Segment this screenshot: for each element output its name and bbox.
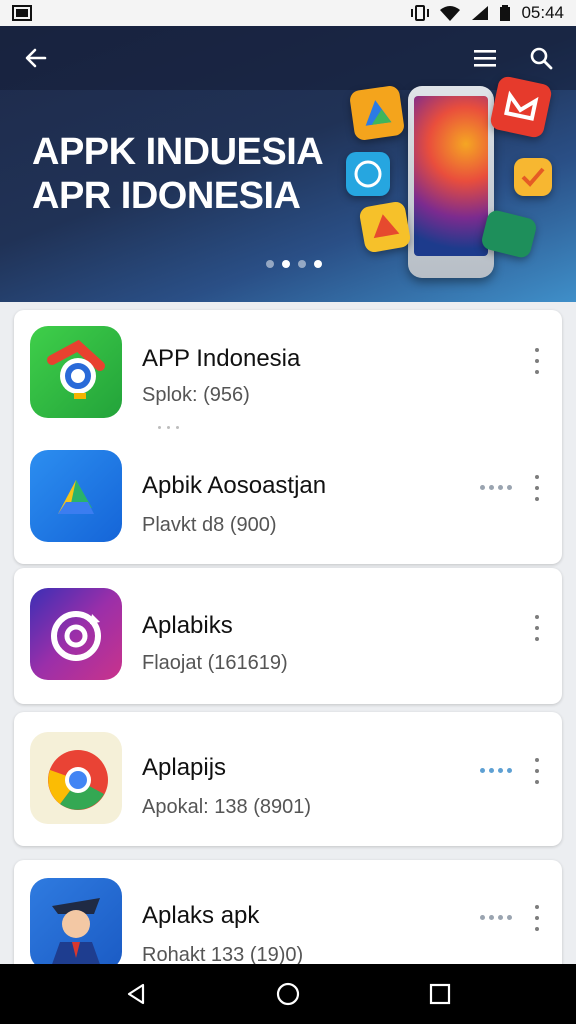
- more-options-button[interactable]: [528, 348, 546, 374]
- app-card: APP Indonesia Splok: (956) Apbik Aosoast…: [14, 310, 562, 564]
- dot-icon: [535, 780, 539, 784]
- gallery-notification-icon: [12, 5, 32, 21]
- maps-floating-icon: [348, 84, 406, 142]
- dot-icon: [535, 497, 539, 501]
- app-icon: [30, 588, 122, 680]
- vibrate-icon: [411, 5, 430, 21]
- wifi-icon: [440, 6, 461, 21]
- status-time: 05:44: [521, 3, 564, 22]
- dot-icon: [535, 905, 539, 909]
- arrow-left-icon: [25, 48, 47, 68]
- more-options-button[interactable]: [528, 758, 546, 784]
- app-subtitle: Rohakt 133 (19)0): [142, 944, 304, 964]
- chat-floating-icon: [346, 152, 390, 196]
- app-subtitle: Splok: (956): [142, 384, 250, 406]
- app-subtitle: Apokal: 138 (8901): [142, 796, 312, 818]
- dot-icon: [535, 359, 539, 363]
- check-floating-icon: [514, 158, 552, 196]
- square-recents-icon: [429, 983, 451, 1005]
- carousel-dot[interactable]: [298, 260, 306, 268]
- list-item[interactable]: APP Indonesia Splok: (956): [14, 310, 562, 430]
- app-icon: [30, 878, 122, 964]
- more-options-button[interactable]: [528, 905, 546, 931]
- progress-dots: [480, 485, 512, 490]
- dot-icon: [535, 615, 539, 619]
- progress-dots: [480, 768, 512, 773]
- app-name: APP Indonesia: [142, 345, 301, 372]
- app-name: Aplapijs: [142, 754, 227, 781]
- carousel-dot[interactable]: [314, 260, 322, 268]
- carousel-indicator: [266, 260, 322, 268]
- progress-dots: [480, 915, 512, 920]
- app-card: Aplabiks Flaojat (161619): [14, 568, 562, 704]
- dot-icon: [535, 348, 539, 352]
- back-button[interactable]: [16, 38, 56, 78]
- circle-home-icon: [276, 982, 300, 1006]
- app-icon: [30, 326, 122, 418]
- loading-dots: [158, 426, 179, 429]
- signal-icon: [472, 6, 489, 20]
- app-subtitle: Flaojat (161619): [142, 652, 288, 674]
- list-item[interactable]: Aplaks apk Rohakt 133 (19)0): [14, 860, 562, 964]
- dot-icon: [535, 769, 539, 773]
- more-options-button[interactable]: [528, 615, 546, 641]
- banner-title: APPK INDUESIA APR IDONESIA: [32, 130, 324, 218]
- app-icon: [30, 732, 122, 824]
- menu-button[interactable]: [465, 38, 505, 78]
- app-card: Aplapijs Apokal: 138 (8901): [14, 712, 562, 846]
- list-item[interactable]: Aplabiks Flaojat (161619): [14, 568, 562, 704]
- chrome-icon: [48, 750, 108, 810]
- dot-icon: [535, 927, 539, 931]
- dot-icon: [535, 475, 539, 479]
- chrome-style-icon: [47, 339, 105, 399]
- search-button[interactable]: [521, 38, 561, 78]
- banner-title-line2: APR IDONESIA: [32, 175, 301, 217]
- app-name: Apbik Aosoastjan: [142, 472, 327, 499]
- app-name: Aplaks apk: [142, 902, 260, 929]
- status-bar: 05:44: [0, 0, 576, 26]
- list-item[interactable]: Apbik Aosoastjan Plavkt d8 (900): [14, 434, 562, 554]
- app-subtitle: Plavkt d8 (900): [142, 514, 277, 536]
- nav-recents-button[interactable]: [420, 974, 460, 1014]
- dot-icon: [535, 637, 539, 641]
- battery-icon: [500, 5, 511, 21]
- carousel-dot-active[interactable]: [282, 260, 290, 268]
- sync-style-icon: [51, 611, 101, 661]
- list-item[interactable]: Aplapijs Apokal: 138 (8901): [14, 712, 562, 846]
- banner-title-line1: APPK INDUESIA: [32, 131, 324, 173]
- app-name: Aplabiks: [142, 612, 233, 639]
- dot-icon: [535, 626, 539, 630]
- phone-screen: [414, 96, 488, 256]
- dot-icon: [535, 916, 539, 920]
- promo-banner[interactable]: APPK INDUESIA APR IDONESIA: [0, 26, 576, 302]
- drive-floating-icon: [358, 200, 412, 254]
- system-navigation-bar: [0, 964, 576, 1024]
- phone-illustration: [408, 86, 494, 278]
- triangle-back-icon: [127, 983, 145, 1005]
- more-options-button[interactable]: [528, 475, 546, 501]
- hamburger-icon: [474, 50, 496, 67]
- dot-icon: [535, 486, 539, 490]
- nav-back-button[interactable]: [116, 974, 156, 1014]
- dot-icon: [535, 370, 539, 374]
- search-icon: [530, 47, 553, 70]
- gmail-floating-icon: [488, 74, 554, 140]
- app-icon: [30, 450, 122, 542]
- nav-home-button[interactable]: [268, 974, 308, 1014]
- carousel-dot[interactable]: [266, 260, 274, 268]
- drive-style-icon: [58, 480, 94, 514]
- dot-icon: [535, 758, 539, 762]
- avatar-character-icon: [52, 898, 100, 964]
